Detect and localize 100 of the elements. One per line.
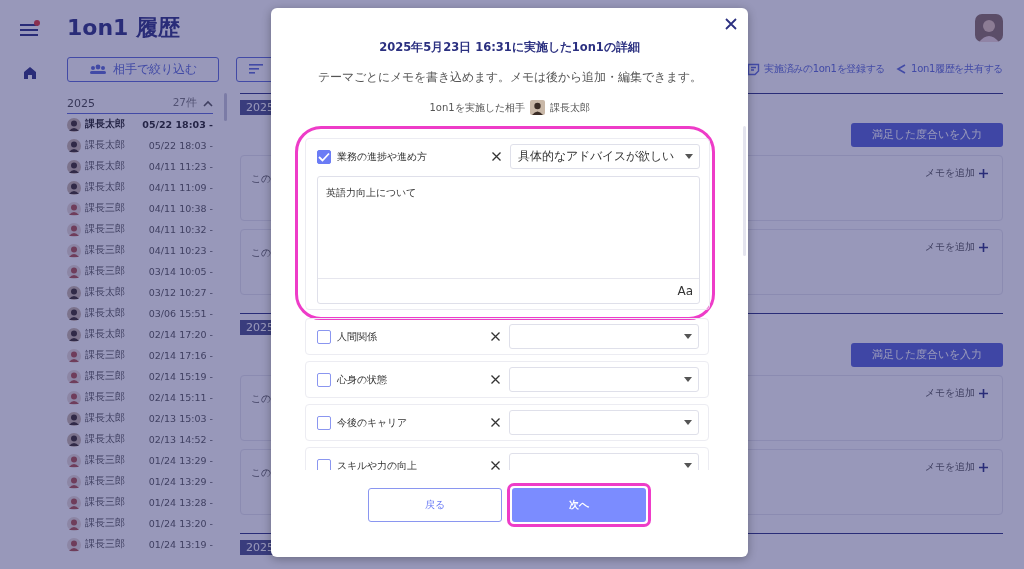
history-item[interactable]: 課長三郎 04/11 10:32 - — [67, 219, 213, 240]
add-memo-link[interactable]: メモを追加 — [925, 386, 988, 400]
theme-checkbox[interactable] — [317, 415, 331, 430]
history-item[interactable]: 課長太郎 02/13 15:03 - — [67, 408, 213, 429]
history-item[interactable]: 課長三郎 01/24 13:28 - — [67, 492, 213, 513]
history-item[interactable]: 課長三郎 01/24 13:29 - — [67, 471, 213, 492]
avatar-icon — [67, 117, 81, 132]
remove-icon[interactable] — [491, 461, 500, 470]
home-icon[interactable] — [23, 66, 37, 80]
theme-label: スキルや力の向上 — [337, 458, 418, 470]
history-item[interactable]: 課長三郎 02/14 17:16 - — [67, 345, 213, 366]
caret-icon — [685, 154, 693, 159]
back-button[interactable]: 戻る — [368, 488, 502, 522]
card-text: この — [251, 246, 271, 260]
theme-label: 今後のキャリア — [337, 415, 408, 430]
avatar-icon — [67, 390, 81, 405]
count-label: 27件 — [172, 96, 197, 110]
collapse-icon[interactable] — [203, 99, 213, 107]
avatar-icon — [67, 516, 81, 531]
caret-icon — [684, 463, 692, 468]
theme-checkbox[interactable] — [317, 149, 331, 164]
avatar-icon — [67, 222, 81, 237]
request-select[interactable]: 具体的なアドバイスが欲しい — [510, 144, 700, 169]
avatar-icon — [67, 306, 81, 321]
plus-icon — [979, 462, 988, 472]
history-item[interactable]: 課長三郎 02/14 15:19 - — [67, 366, 213, 387]
avatar-icon — [67, 411, 81, 426]
avatar-icon — [67, 432, 81, 447]
theme-checkbox[interactable] — [317, 372, 331, 387]
history-item[interactable]: 課長太郎 04/11 11:23 - — [67, 156, 213, 177]
card-text: この — [251, 172, 271, 186]
history-item[interactable]: 課長三郎 01/24 13:19 - — [67, 534, 213, 555]
remove-icon[interactable] — [491, 375, 500, 384]
history-item[interactable]: 課長太郎 04/11 11:09 - — [67, 177, 213, 198]
history-item[interactable]: 課長太郎 02/14 17:20 - — [67, 324, 213, 345]
add-memo-link[interactable]: メモを追加 — [925, 460, 988, 474]
add-memo-link[interactable]: メモを追加 — [925, 166, 988, 180]
sort-icon — [249, 64, 263, 74]
avatar-icon — [67, 243, 81, 258]
plus-icon — [979, 388, 988, 398]
filter-button[interactable]: 相手で絞り込む — [67, 56, 219, 82]
avatar-icon — [67, 159, 81, 174]
avatar-icon — [67, 180, 81, 195]
remove-icon[interactable] — [491, 332, 500, 341]
dialog-title: 2025年5月23日 16:31に実施した1on1の詳細 — [379, 40, 640, 55]
caret-icon — [684, 420, 692, 425]
avatar-icon — [67, 201, 81, 216]
theme-label: 業務の進捗や進め方 — [337, 149, 428, 164]
history-item[interactable]: 課長三郎 04/11 10:38 - — [67, 198, 213, 219]
dialog-description: テーマごとにメモを書き込めます。メモは後から追加・編集できます。 — [317, 69, 702, 86]
avatar-icon — [529, 100, 545, 115]
avatar-icon — [67, 327, 81, 342]
share-link[interactable]: 1on1履歴を共有する — [896, 62, 1003, 76]
history-item[interactable]: 課長太郎 05/22 18:03 - — [67, 135, 213, 156]
history-item[interactable]: 課長三郎 02/14 15:11 - — [67, 387, 213, 408]
theme-checkbox[interactable] — [317, 329, 331, 344]
share-icon — [896, 63, 908, 75]
page-title: 1on1 履歴 — [67, 14, 181, 42]
avatar-icon — [67, 264, 81, 279]
caret-icon — [684, 377, 692, 382]
theme-label: 人間関係 — [337, 329, 378, 344]
history-item[interactable]: 課長三郎 01/24 13:20 - — [67, 513, 213, 534]
partner-label: 1on1を実施した相手 — [429, 100, 525, 115]
history-item[interactable]: 課長三郎 04/11 10:23 - — [67, 240, 213, 261]
plus-icon — [979, 168, 988, 178]
avatar-icon — [67, 348, 81, 363]
partner-name: 課長太郎 — [549, 100, 590, 115]
next-button[interactable]: 次へ — [512, 488, 646, 522]
history-item[interactable]: 課長太郎 05/22 18:03 - — [67, 114, 213, 135]
history-item[interactable]: 課長三郎 03/14 10:05 - — [67, 261, 213, 282]
rate-button[interactable]: 満足した度合いを入力 — [851, 343, 1003, 367]
avatar-icon — [67, 453, 81, 468]
history-item[interactable]: 課長太郎 03/12 10:27 - — [67, 282, 213, 303]
card-text: この — [251, 392, 271, 406]
card-text: この — [251, 466, 271, 480]
avatar-icon — [67, 138, 81, 153]
rate-button[interactable]: 満足した度合いを入力 — [851, 123, 1003, 147]
add-memo-link[interactable]: メモを追加 — [925, 240, 988, 254]
remove-icon[interactable] — [491, 418, 500, 427]
avatar-icon — [67, 474, 81, 489]
history-item[interactable]: 課長太郎 03/06 15:51 - — [67, 303, 213, 324]
avatar-icon — [67, 369, 81, 384]
menu-icon[interactable] — [19, 20, 41, 38]
avatar-icon — [67, 285, 81, 300]
plus-icon — [979, 242, 988, 252]
theme-label: 心身の状態 — [337, 372, 388, 387]
avatar-icon[interactable] — [975, 14, 1003, 42]
caret-icon — [684, 334, 692, 339]
close-icon[interactable] — [725, 18, 737, 30]
people-icon — [89, 64, 107, 74]
memo-field[interactable]: 英語力向上について Aa — [317, 176, 700, 304]
theme-checkbox[interactable] — [317, 458, 331, 470]
history-item[interactable]: 課長三郎 01/24 13:29 - — [67, 450, 213, 471]
avatar-icon — [67, 495, 81, 510]
avatar-icon — [67, 537, 81, 552]
note-icon — [747, 62, 761, 76]
remove-icon[interactable] — [492, 152, 501, 161]
format-button[interactable]: Aa — [677, 284, 693, 298]
history-item[interactable]: 課長太郎 02/13 14:52 - — [67, 429, 213, 450]
register-link[interactable]: 実施済みの1on1を登録する — [747, 62, 886, 76]
